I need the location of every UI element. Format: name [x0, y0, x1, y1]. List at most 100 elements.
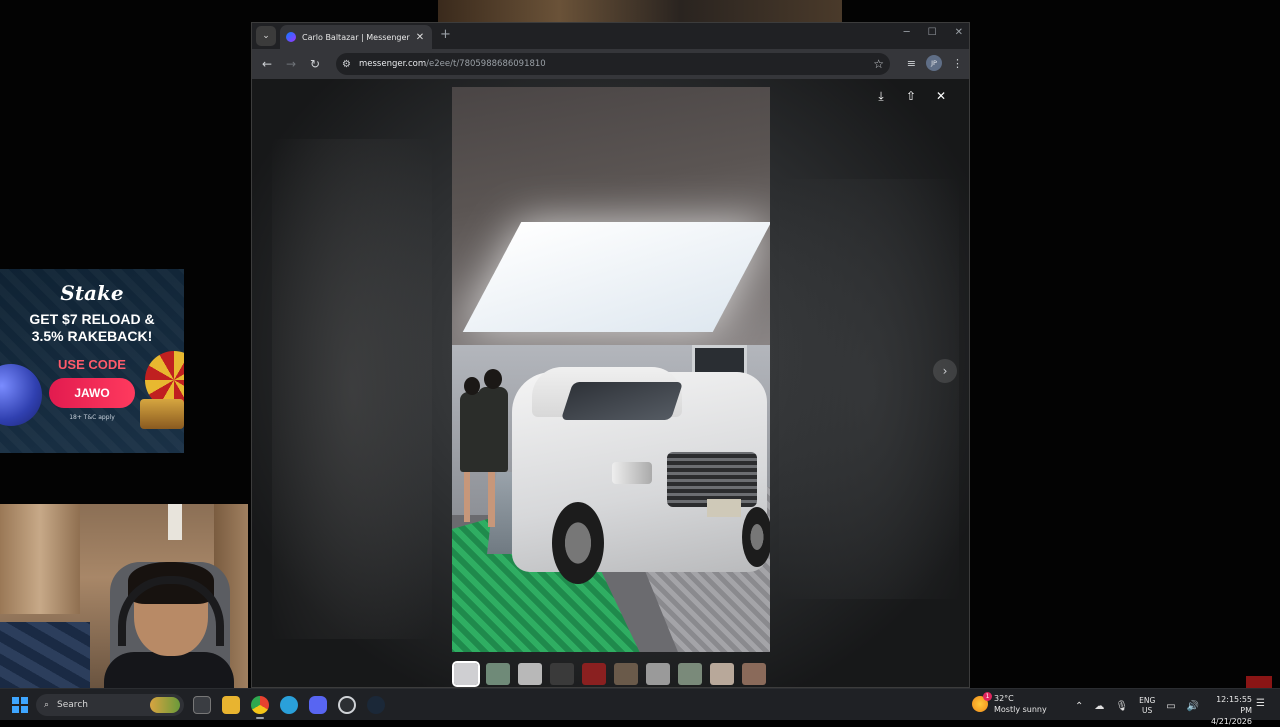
- chevron-right-icon: ›: [942, 364, 948, 378]
- photo-car-wheel-front: [552, 502, 604, 584]
- download-icon[interactable]: ⤓: [875, 89, 887, 104]
- media-viewer: ⤓ ⇧ ✕ ›: [252, 79, 969, 687]
- chevron-down-icon: ⌄: [262, 31, 270, 41]
- reload-icon[interactable]: ↻: [303, 57, 327, 71]
- photo-car-windshield: [560, 382, 684, 420]
- address-bar[interactable]: ⚙ messenger.com/e2ee/t/7805988686091810 …: [336, 53, 890, 75]
- language-line1: ENG: [1139, 696, 1156, 705]
- obs-icon[interactable]: [338, 696, 356, 714]
- system-tray: ⌃ ☁ 🎙 ENG US ▭ 🔊: [1075, 696, 1199, 716]
- ad-fine-print: 18+ T&C apply: [69, 414, 115, 421]
- webcam-curtain: [0, 504, 80, 614]
- webcam-person-shirt: [104, 652, 234, 688]
- active-app-indicator: [256, 717, 264, 719]
- viewer-actions: ⤓ ⇧ ✕: [875, 89, 947, 104]
- next-image-button[interactable]: ›: [933, 359, 957, 383]
- volume-icon[interactable]: 🔊: [1187, 701, 1199, 712]
- tab-search-button[interactable]: ⌄: [256, 26, 276, 46]
- file-explorer-icon[interactable]: [222, 696, 240, 714]
- sun-icon: 1: [972, 692, 992, 712]
- photo-car-headlight: [612, 462, 652, 484]
- browser-window: ⌄ Carlo Baltazar | Messenger ✕ + ─ ☐ ✕ ←…: [251, 22, 970, 688]
- browser-toolbar: ← → ↻ ⚙ messenger.com/e2ee/t/78059886860…: [252, 49, 969, 79]
- notification-icon[interactable]: ☰: [1256, 698, 1265, 709]
- thumbnail-3[interactable]: [518, 663, 542, 685]
- weather-badge: 1: [983, 692, 992, 701]
- thumbnail-4[interactable]: [550, 663, 574, 685]
- steam-icon[interactable]: [367, 696, 385, 714]
- ad-code-button[interactable]: JAWO: [49, 378, 135, 408]
- close-tab-icon[interactable]: ✕: [414, 32, 426, 43]
- window-controls: ─ ☐ ✕: [904, 27, 963, 38]
- thumbnail-6[interactable]: [614, 663, 638, 685]
- thumbnail-7[interactable]: [646, 663, 670, 685]
- weather-temp: 32°C: [994, 694, 1014, 703]
- viewer-photo: [452, 87, 770, 652]
- thumbnail-8[interactable]: [678, 663, 702, 685]
- tab-messenger[interactable]: Carlo Baltazar | Messenger ✕: [280, 25, 432, 49]
- close-viewer-icon[interactable]: ✕: [935, 89, 947, 104]
- stake-logo: Stake: [60, 281, 124, 305]
- thumbnail-10[interactable]: [742, 663, 766, 685]
- profile-avatar[interactable]: JP: [926, 55, 942, 71]
- forward-icon[interactable]: →: [279, 57, 303, 71]
- webcam-overlay: [0, 504, 248, 688]
- weather-desc: Mostly sunny: [994, 705, 1047, 714]
- browser-menu-icon[interactable]: ⋮: [952, 57, 963, 70]
- new-tab-button[interactable]: +: [440, 27, 451, 42]
- tray-overflow-icon[interactable]: ⌃: [1075, 701, 1083, 712]
- toolbar-right: ≡ JP ⋮: [907, 55, 963, 71]
- search-icon: ⌕: [44, 700, 50, 710]
- close-window-icon[interactable]: ✕: [955, 27, 963, 38]
- corner-red-widget: [1246, 676, 1272, 688]
- maximize-icon[interactable]: ☐: [928, 27, 937, 38]
- chrome-icon[interactable]: [251, 696, 269, 719]
- clock[interactable]: 12:15:55 PM 4/21/2026: [1204, 694, 1252, 727]
- weather-widget[interactable]: 1 32°C Mostly sunny: [972, 692, 1047, 715]
- bookmark-star-icon[interactable]: ☆: [873, 57, 884, 71]
- photo-person-2: [478, 387, 508, 472]
- viewer-backdrop-right: [779, 179, 959, 599]
- language-line2: US: [1142, 706, 1153, 715]
- url-path: /e2ee/t/7805988686091810: [426, 59, 546, 69]
- desktop: Stake GET $7 RELOAD & 3.5% RAKEBACK! USE…: [0, 0, 1280, 688]
- photo-person-1-leg: [464, 472, 470, 522]
- search-highlight-icon: [150, 697, 180, 713]
- photo-car-wheel-right: [742, 507, 770, 567]
- photo-car-plate: [707, 499, 741, 517]
- discord-icon[interactable]: [309, 696, 327, 714]
- weather-text: 32°C Mostly sunny: [994, 693, 1047, 715]
- clock-time: 12:15:55 PM: [1216, 695, 1252, 715]
- webcam-lamp: [168, 504, 182, 540]
- network-icon[interactable]: ▭: [1166, 701, 1175, 712]
- ad-code-label: USE CODE: [58, 357, 126, 372]
- windows-start-icon[interactable]: [12, 697, 28, 713]
- tab-title: Carlo Baltazar | Messenger: [302, 32, 410, 42]
- thumbnail-1[interactable]: [452, 661, 480, 687]
- clock-date: 4/21/2026: [1210, 717, 1252, 726]
- language-indicator[interactable]: ENG US: [1139, 696, 1155, 716]
- reading-list-icon[interactable]: ≡: [907, 57, 916, 70]
- site-info-icon[interactable]: ⚙: [342, 59, 351, 70]
- share-icon[interactable]: ⇧: [905, 89, 917, 104]
- stake-ad[interactable]: Stake GET $7 RELOAD & 3.5% RAKEBACK! USE…: [0, 269, 184, 453]
- url-host: messenger.com: [358, 59, 427, 69]
- ad-headline-line1: GET $7 RELOAD &: [29, 311, 155, 327]
- task-view-icon[interactable]: [193, 696, 211, 714]
- background-window-strip: [438, 0, 842, 22]
- taskbar-search[interactable]: ⌕ Search: [36, 694, 184, 716]
- microphone-icon[interactable]: 🎙: [1115, 701, 1128, 712]
- onedrive-icon[interactable]: ☁: [1094, 701, 1104, 712]
- photo-person-2-head: [484, 369, 502, 389]
- messenger-favicon-icon: [286, 32, 296, 42]
- telegram-icon[interactable]: [280, 696, 298, 714]
- taskbar-search-label: Search: [57, 700, 88, 710]
- thumbnail-5[interactable]: [582, 663, 606, 685]
- viewer-backdrop-left: [272, 139, 432, 639]
- thumbnail-strip: [452, 661, 766, 687]
- thumbnail-2[interactable]: [486, 663, 510, 685]
- minimize-icon[interactable]: ─: [904, 27, 910, 38]
- tab-strip: ⌄ Carlo Baltazar | Messenger ✕ + ─ ☐ ✕: [252, 23, 969, 49]
- thumbnail-9[interactable]: [710, 663, 734, 685]
- back-icon[interactable]: ←: [255, 57, 279, 71]
